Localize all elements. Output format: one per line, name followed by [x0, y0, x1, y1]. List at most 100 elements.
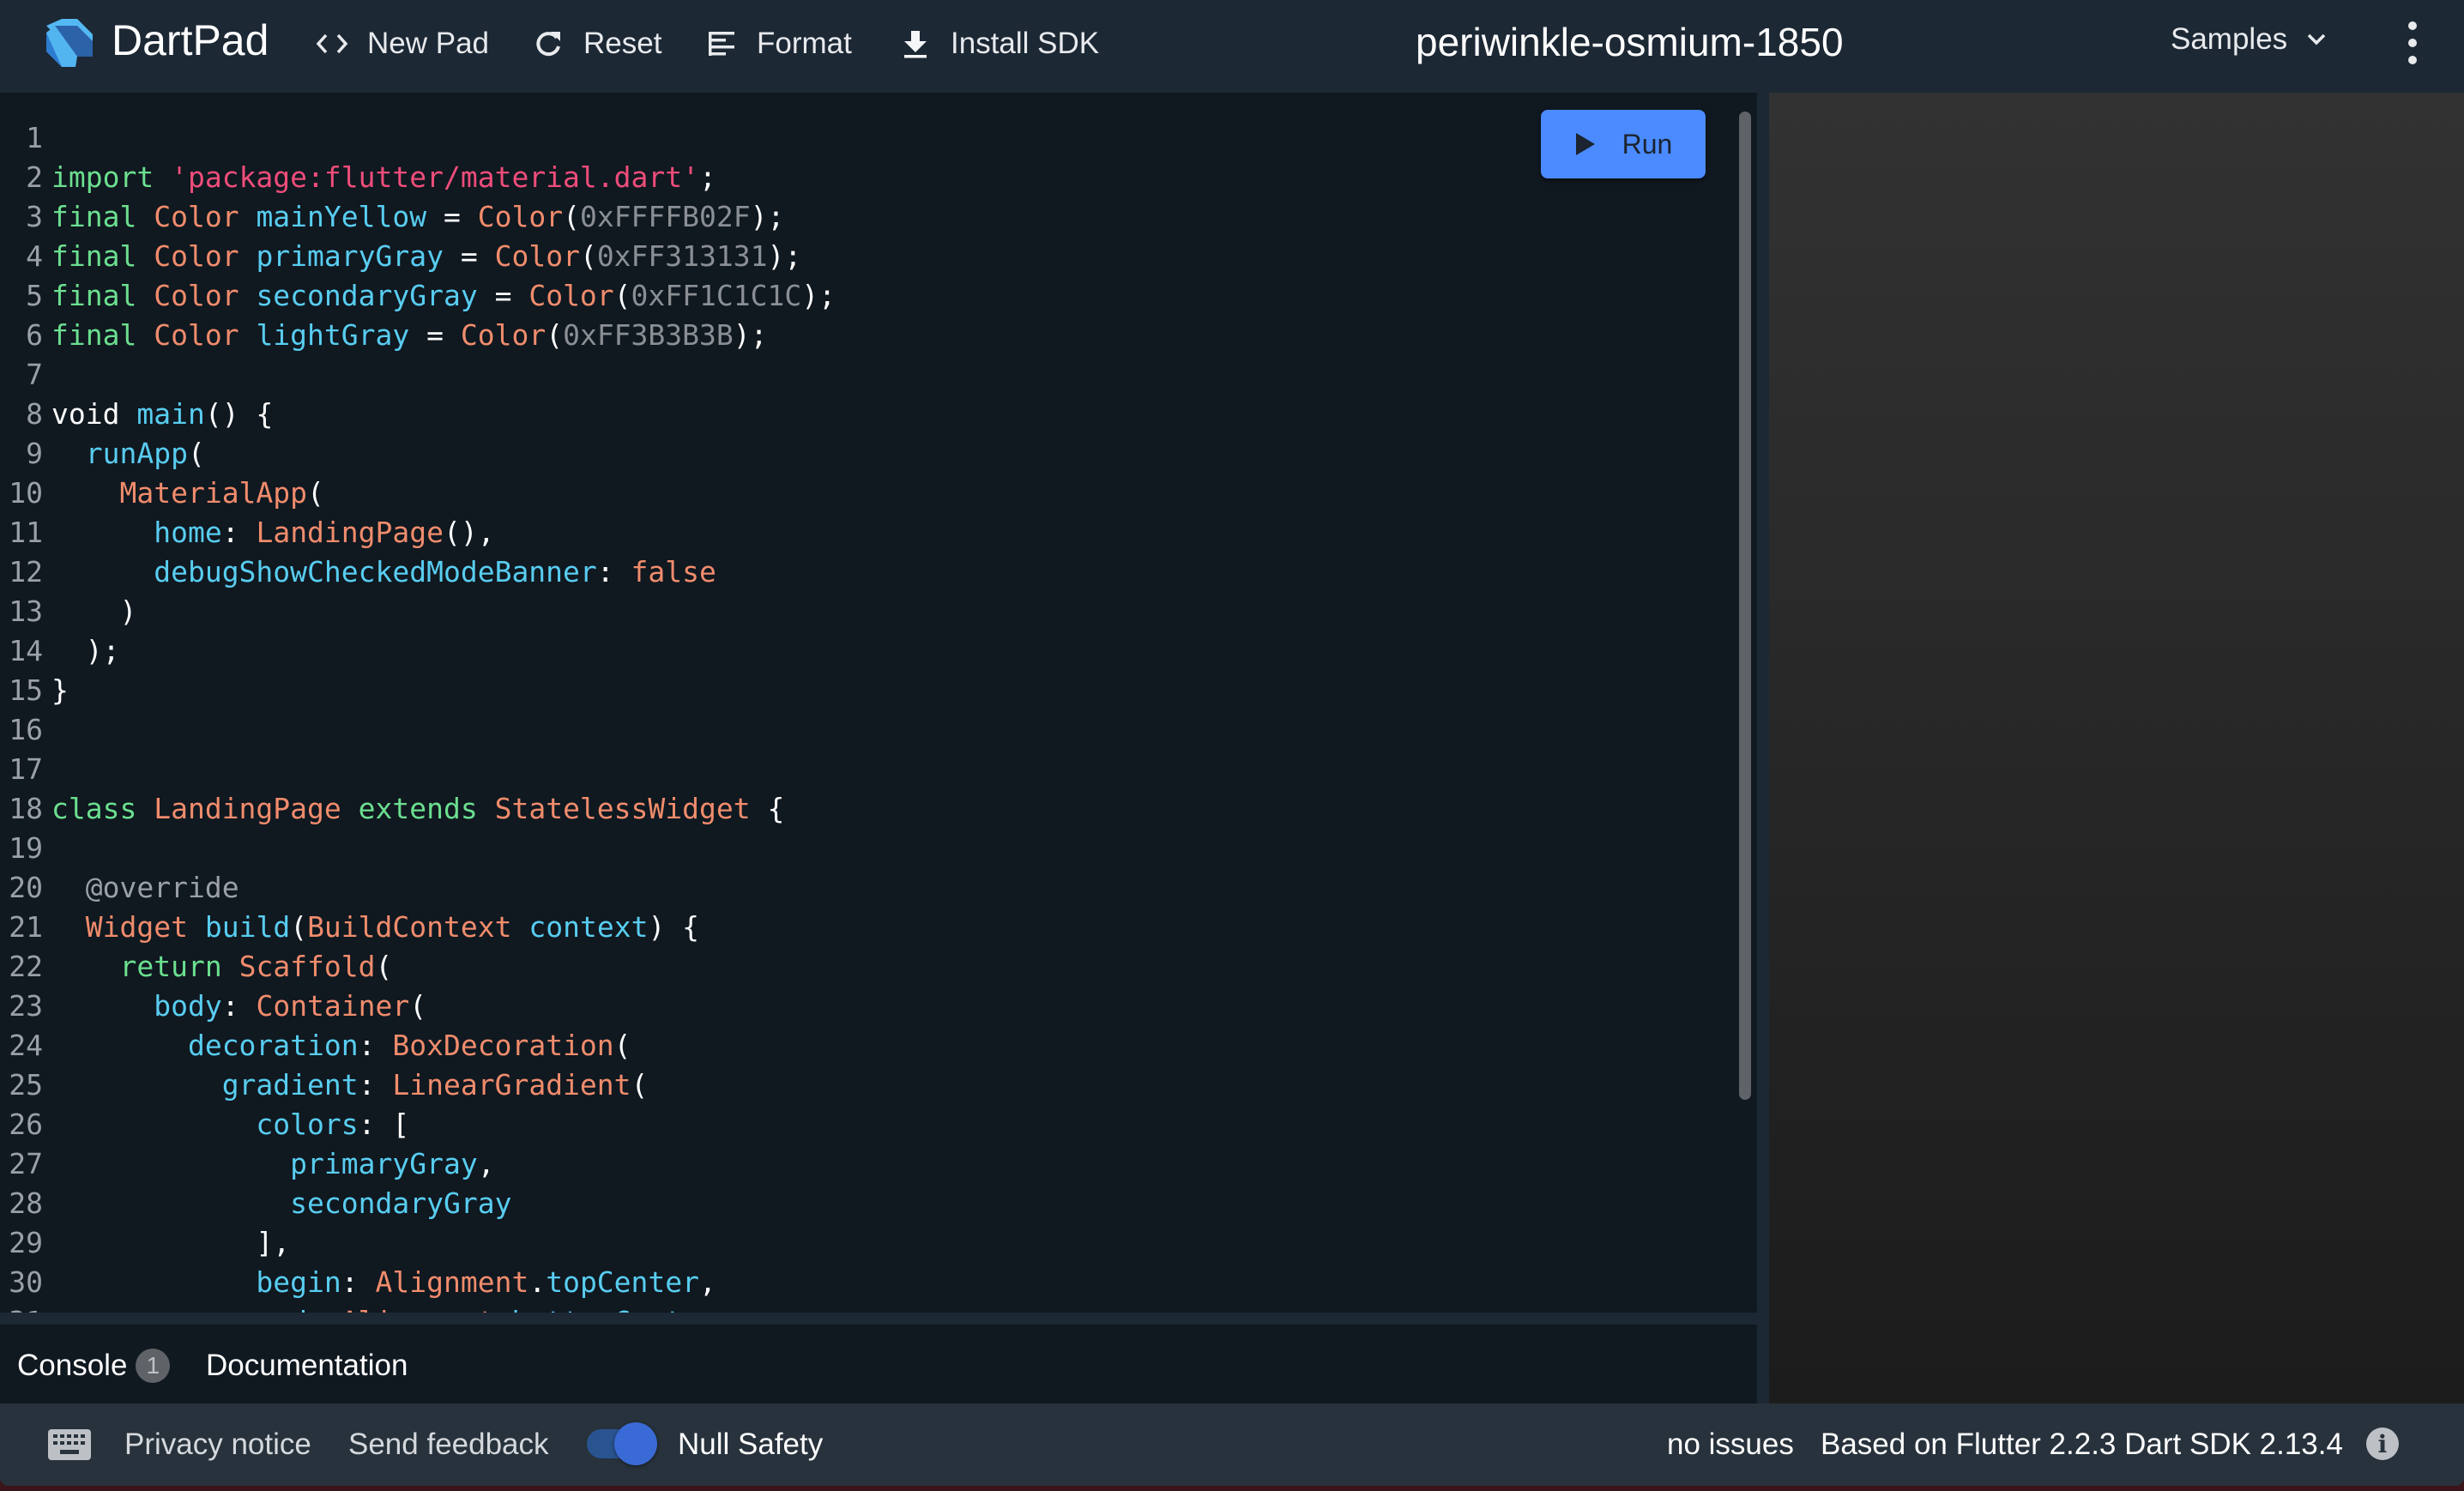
- code-token: main: [136, 397, 205, 431]
- code-line[interactable]: 21 Widget build(BuildContext context) {: [0, 908, 836, 947]
- code-line[interactable]: 14 );: [0, 631, 836, 671]
- play-icon: [1575, 133, 1595, 155]
- code-line[interactable]: 4 final Color primaryGray = Color(0xFF313…: [0, 237, 836, 276]
- code-line[interactable]: 10 MaterialApp(: [0, 474, 836, 513]
- code-token: =: [409, 318, 461, 352]
- code-line[interactable]: 28 secondaryGray: [0, 1184, 836, 1223]
- code-token: :: [596, 555, 631, 589]
- code-token: runApp: [85, 437, 188, 470]
- code-token: ],: [51, 1226, 291, 1259]
- code-line[interactable]: 5 final Color secondaryGray = Color(0xFF1…: [0, 276, 836, 316]
- code-line[interactable]: 18 class LandingPage extends StatelessWid…: [0, 789, 836, 829]
- code-line[interactable]: 17: [0, 750, 836, 789]
- tab-documentation[interactable]: Documentation: [206, 1349, 408, 1383]
- code-line[interactable]: 6 final Color lightGray = Color(0xFF3B3B3…: [0, 316, 836, 355]
- line-number: 22: [9, 950, 43, 983]
- format-button[interactable]: Format: [705, 22, 852, 65]
- code-token: .: [528, 1265, 547, 1299]
- code-token: ;: [699, 160, 716, 194]
- code-line[interactable]: 19: [0, 829, 836, 868]
- code-token: (: [563, 200, 580, 233]
- samples-dropdown[interactable]: Samples: [2171, 22, 2327, 57]
- code-line[interactable]: 16: [0, 710, 836, 750]
- code-line[interactable]: 24 decoration: BoxDecoration(: [0, 1026, 836, 1065]
- new-pad-button[interactable]: New Pad: [316, 22, 489, 65]
- code-line[interactable]: 23 body: Container(: [0, 987, 836, 1026]
- code-token: LinearGradient: [392, 1068, 631, 1102]
- format-label: Format: [757, 27, 852, 60]
- code-line[interactable]: 1: [0, 118, 836, 158]
- more-vert-icon[interactable]: [2402, 19, 2423, 67]
- code-line[interactable]: 12 debugShowCheckedModeBanner: false: [0, 552, 836, 592]
- code-line[interactable]: 3 final Color mainYellow = Color(0xFFFFB0…: [0, 197, 836, 237]
- code-line[interactable]: 11 home: LandingPage(),: [0, 513, 836, 552]
- code-line[interactable]: 22 return Scaffold(: [0, 947, 836, 987]
- send-feedback-link[interactable]: Send feedback: [348, 1428, 549, 1462]
- code-line[interactable]: 25 gradient: LinearGradient(: [0, 1065, 836, 1105]
- code-token: gradient: [221, 1068, 359, 1102]
- null-safety-label: Null Safety: [678, 1428, 824, 1461]
- code-token: Color: [528, 279, 614, 312]
- reset-button[interactable]: Reset: [532, 22, 661, 65]
- vertical-splitter[interactable]: [1757, 93, 1769, 1403]
- run-button[interactable]: Run: [1541, 110, 1706, 178]
- code-token: BuildContext: [307, 910, 512, 944]
- code-line[interactable]: 13 ): [0, 592, 836, 631]
- code-token: ): [51, 595, 137, 628]
- code-token: (),: [444, 516, 495, 549]
- code-line[interactable]: 20 @override: [0, 868, 836, 908]
- reset-label: Reset: [583, 27, 662, 60]
- code-line[interactable]: 31 end: Alignment.bottomCenter: [0, 1302, 836, 1313]
- code-token: class: [51, 792, 137, 825]
- code-token: (: [187, 437, 205, 470]
- code-line[interactable]: 27 primaryGray,: [0, 1144, 836, 1184]
- code-line[interactable]: 30 begin: Alignment.topCenter,: [0, 1263, 836, 1302]
- code-token: topCenter: [546, 1265, 700, 1299]
- code-token: debugShowCheckedModeBanner: [154, 555, 597, 589]
- null-safety-toggle[interactable]: [583, 1421, 661, 1467]
- keyboard-icon[interactable]: [48, 1429, 91, 1460]
- code-line[interactable]: 7: [0, 355, 836, 395]
- code-line[interactable]: 15}: [0, 671, 836, 710]
- output-preview[interactable]: [1769, 93, 2464, 1403]
- code-token: {: [750, 792, 785, 825]
- code-token: Color: [494, 239, 580, 273]
- tab-console[interactable]: Console 1: [17, 1349, 171, 1383]
- editor-scrollbar-thumb[interactable]: [1739, 112, 1751, 1100]
- code-token: home: [154, 516, 222, 549]
- line-number: 18: [9, 792, 43, 825]
- install-sdk-button[interactable]: Install SDK: [899, 22, 1099, 65]
- info-icon[interactable]: i: [2366, 1428, 2399, 1460]
- code-token: );: [51, 634, 120, 667]
- code-line[interactable]: 26 colors: [: [0, 1105, 836, 1144]
- pad-title[interactable]: periwinkle-osmium-1850: [1416, 19, 1844, 65]
- code-editor[interactable]: 1 2 import 'package:flutter/material.dart'…: [0, 93, 1757, 1313]
- code-line[interactable]: 29 ],: [0, 1223, 836, 1263]
- code-token: 0xFF1C1C1C: [631, 279, 802, 312]
- line-number: 16: [9, 713, 43, 746]
- line-number: 5: [26, 279, 43, 312]
- console-tab-label: Console: [17, 1349, 128, 1382]
- install-sdk-label: Install SDK: [951, 27, 1100, 60]
- privacy-notice-link[interactable]: Privacy notice: [124, 1428, 311, 1462]
- code-line[interactable]: 8 void main() {: [0, 395, 836, 434]
- issues-status: no issues: [1667, 1428, 1794, 1461]
- code-line[interactable]: 9 runApp(: [0, 434, 836, 474]
- code-line[interactable]: 2 import 'package:flutter/material.dart';: [0, 158, 836, 197]
- app-brand[interactable]: DartPad: [112, 15, 269, 65]
- code-lines[interactable]: 1 2 import 'package:flutter/material.dart'…: [0, 118, 836, 1313]
- horizontal-splitter[interactable]: [0, 1313, 1757, 1325]
- code-token: .: [495, 1305, 512, 1313]
